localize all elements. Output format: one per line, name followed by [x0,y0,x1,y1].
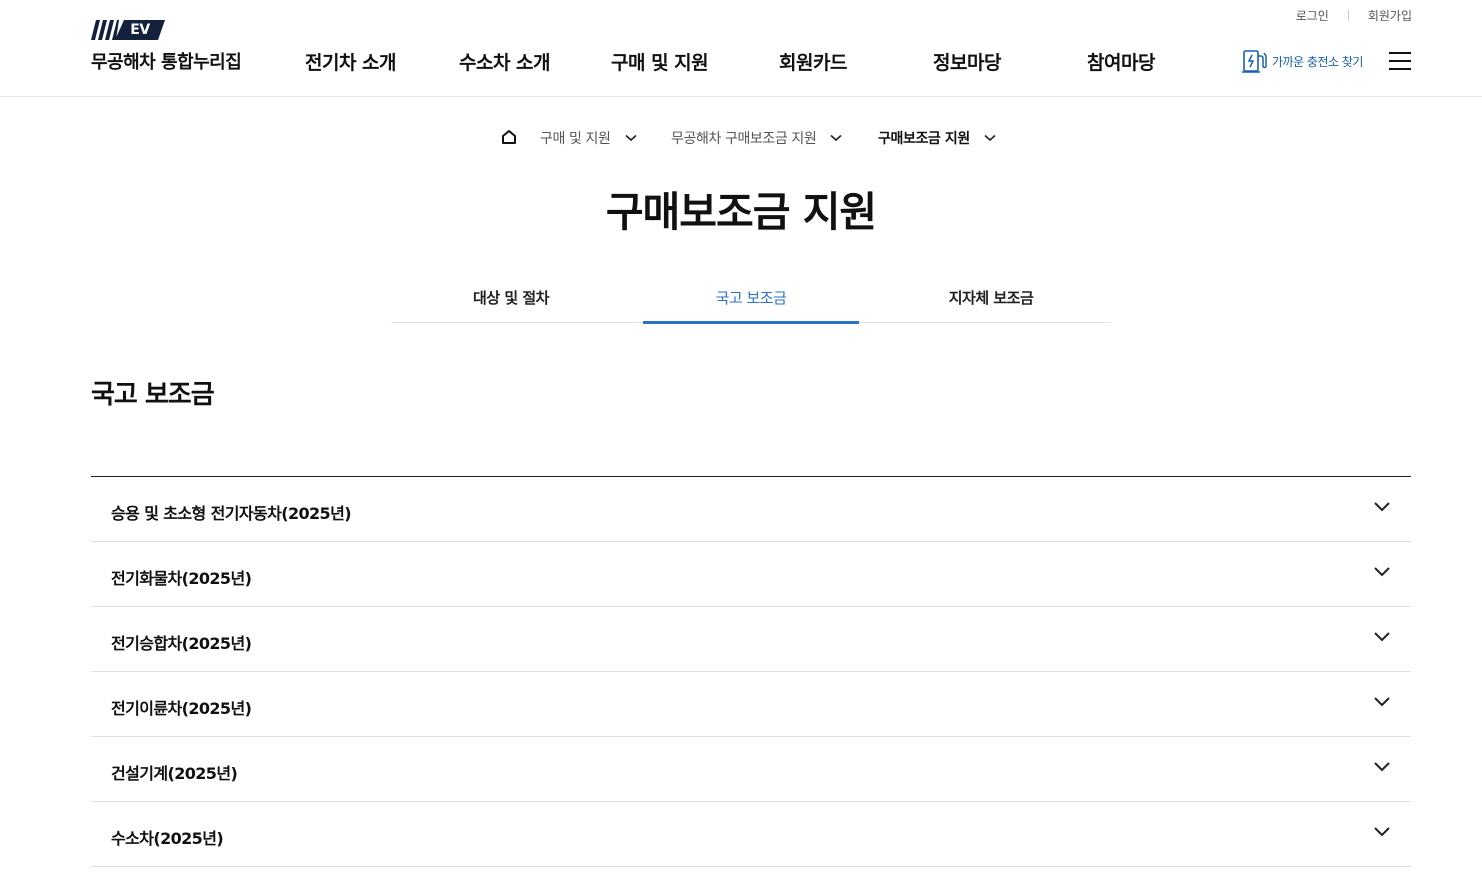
login-link[interactable]: 로그인 [1296,7,1329,24]
accordion-item-bus[interactable]: 전기승합차(2025년) [91,607,1411,672]
accordion-label: 전기화물차(2025년) [111,569,252,588]
home-icon[interactable] [500,128,518,146]
breadcrumb: 구매 및 지원 무공해차 구매보조금 지원 구매보조금 지원 [0,126,1482,148]
chevron-down-icon [830,134,842,142]
tab-national-subsidy[interactable]: 국고 보조금 [643,287,859,324]
logo-stripes-icon [91,20,119,40]
nav-item-purchase-support[interactable]: 구매 및 지원 [611,48,709,75]
accordion-item-two-wheeler[interactable]: 전기이륜차(2025년) [91,672,1411,737]
chevron-down-icon [1374,697,1390,707]
breadcrumb-item-subsidy-support[interactable]: 무공해차 구매보조금 지원 [671,128,842,148]
nav-item-hydrogen-intro[interactable]: 수소차 소개 [459,48,551,75]
site-header: 로그인 회원가입 EV 무공해차 통합누리집 전기차 소개 수소차 소개 구매 … [0,0,1482,97]
find-charger-label: 가까운 충전소 찾기 [1272,54,1363,69]
accordion-label: 수소차(2025년) [111,829,224,848]
chevron-down-icon [1374,632,1390,642]
accordion-item-construction[interactable]: 건설기계(2025년) [91,737,1411,802]
nav-item-participation[interactable]: 참여마당 [1087,48,1155,75]
nav-item-member-card[interactable]: 회원카드 [779,48,847,75]
signup-link[interactable]: 회원가입 [1368,7,1412,24]
section-title: 국고 보조금 [91,380,215,410]
accordion-item-passenger[interactable]: 승용 및 초소형 전기자동차(2025년) [91,477,1411,542]
chevron-down-icon [624,134,637,142]
nav-item-ev-intro[interactable]: 전기차 소개 [305,48,397,75]
find-charger-button[interactable]: 가까운 충전소 찾기 [1241,47,1363,75]
chevron-down-icon [1374,502,1390,512]
accordion-label: 승용 및 초소형 전기자동차(2025년) [111,504,352,523]
utility-links: 로그인 회원가입 [1296,7,1412,24]
accordion-item-hydrogen[interactable]: 수소차(2025년) [91,802,1411,867]
subsidy-accordion: 승용 및 초소형 전기자동차(2025년) 전기화물차(2025년) 전기승합차… [91,476,1411,867]
breadcrumb-label: 구매보조금 지원 [878,131,970,147]
tab-local-subsidy[interactable]: 지자체 보조금 [871,287,1111,323]
hamburger-icon[interactable] [1389,52,1411,70]
accordion-item-truck[interactable]: 전기화물차(2025년) [91,542,1411,607]
nav-item-info[interactable]: 정보마당 [933,48,1001,75]
accordion-label: 건설기계(2025년) [111,764,238,783]
utility-divider [1347,10,1349,21]
ev-logo-mark: EV [91,20,241,40]
charger-icon [1242,50,1267,73]
breadcrumb-item-current[interactable]: 구매보조금 지원 [878,128,996,148]
chevron-down-icon [1374,567,1390,577]
breadcrumb-label: 무공해차 구매보조금 지원 [671,131,817,147]
page-title: 구매보조금 지원 [605,188,877,236]
chevron-down-icon [1374,762,1390,772]
logo-ev-badge: EV [115,20,165,40]
breadcrumb-item-purchase-support[interactable]: 구매 및 지원 [540,128,637,148]
tab-list: 대상 및 절차 국고 보조금 지자체 보조금 [391,279,1111,324]
accordion-label: 전기승합차(2025년) [111,634,252,653]
breadcrumb-label: 구매 및 지원 [540,131,611,147]
tab-target-procedure[interactable]: 대상 및 절차 [391,287,631,323]
accordion-label: 전기이륜차(2025년) [111,699,252,718]
chevron-down-icon [984,134,996,142]
chevron-down-icon [1374,827,1390,837]
